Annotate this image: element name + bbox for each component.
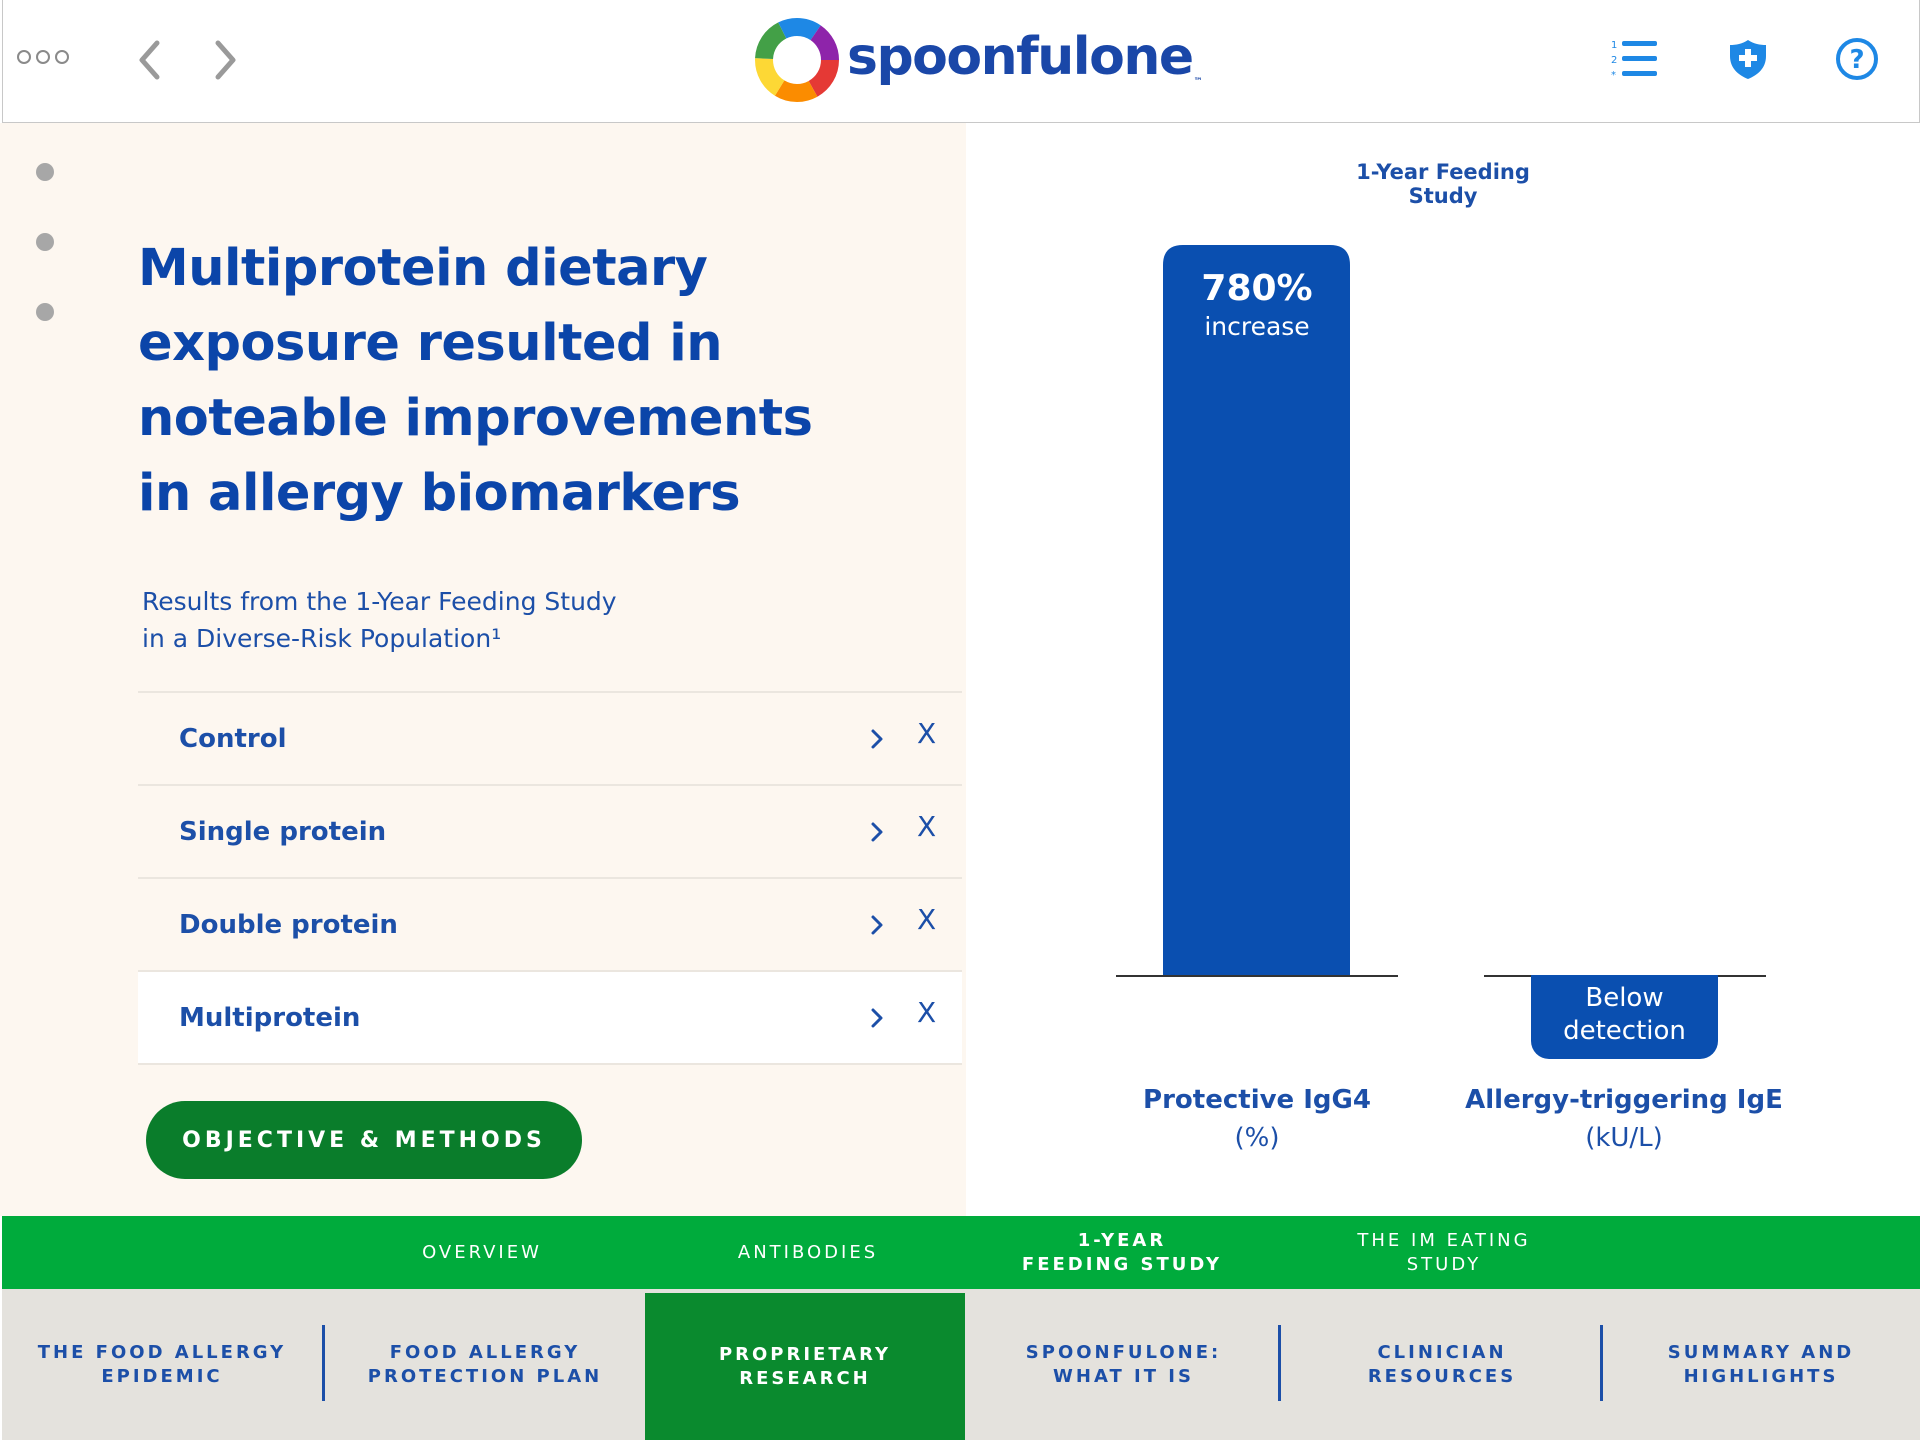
chevron-right-icon[interactable] xyxy=(866,907,888,943)
nav-divider xyxy=(1278,1325,1281,1401)
pager-dot[interactable] xyxy=(36,303,54,321)
subnav-antibodies[interactable]: ANTIBODIES xyxy=(688,1216,928,1289)
svg-text:?: ? xyxy=(1849,45,1864,75)
pager-dot[interactable] xyxy=(36,163,54,181)
group-row-control[interactable]: Control X xyxy=(138,693,962,786)
logo-wordmark: spoonfulone™ xyxy=(847,27,1203,87)
nav-summary-highlights[interactable]: SUMMARY AND HIGHLIGHTS xyxy=(1602,1289,1920,1440)
category-label-ige: Allergy-triggering IgE xyxy=(1465,1085,1783,1115)
group-row-double-protein[interactable]: Double protein X xyxy=(138,879,962,972)
chevron-right-icon[interactable] xyxy=(866,721,888,757)
nav-food-allergy-protection-plan[interactable]: FOOD ALLERGY PROTECTION PLAN xyxy=(325,1289,645,1440)
content-panel: Multiprotein dietary exposure resulted i… xyxy=(0,123,966,1216)
bar-value-label: 780% increase xyxy=(1201,268,1313,341)
nav-spoonfulone-what-it-is[interactable]: SPOONFULONE: WHAT IT IS xyxy=(965,1289,1282,1440)
main-nav: THE FOOD ALLERGY EPIDEMIC FOOD ALLERGY PRO… xyxy=(2,1289,1920,1440)
bar-chart xyxy=(1116,245,1766,977)
group-row-single-protein[interactable]: Single protein X xyxy=(138,786,962,879)
forward-arrow-icon[interactable] xyxy=(206,38,246,82)
svg-text:1: 1 xyxy=(1611,40,1617,51)
section-subnav: OVERVIEW ANTIBODIES 1-YEAR FEEDING STUDY … xyxy=(2,1216,1920,1289)
objective-methods-button[interactable]: OBJECTIVE & METHODS xyxy=(146,1101,582,1179)
study-group-list: Control X Single protein X Double protei… xyxy=(138,691,962,1065)
subnav-im-eating-study[interactable]: THE IM EATING STUDY xyxy=(1324,1216,1564,1289)
chevron-right-icon[interactable] xyxy=(866,814,888,850)
group-label: Control xyxy=(179,723,287,754)
subnav-1-year-feeding-study[interactable]: 1-YEAR FEEDING STUDY xyxy=(1002,1216,1242,1289)
chevron-right-icon[interactable] xyxy=(866,1000,888,1036)
group-label: Single protein xyxy=(179,816,387,847)
back-arrow-icon[interactable] xyxy=(129,38,169,82)
group-label: Double protein xyxy=(179,909,398,940)
group-label: Multiprotein xyxy=(179,1002,361,1033)
bar-protective-igg4 xyxy=(1163,245,1350,976)
group-row-multiprotein[interactable]: Multiprotein X xyxy=(138,972,962,1065)
nav-proprietary-research[interactable]: PROPRIETARY RESEARCH xyxy=(645,1293,965,1440)
nav-clinician-resources[interactable]: CLINICIAN RESOURCES xyxy=(1282,1289,1602,1440)
status-x-icon: X xyxy=(917,996,937,1029)
category-label-igg4: Protective IgG4 xyxy=(1143,1085,1371,1115)
nav-food-allergy-epidemic[interactable]: THE FOOD ALLERGY EPIDEMIC xyxy=(2,1289,322,1440)
page-subtitle: Results from the 1-Year Feeding Study in… xyxy=(142,587,617,653)
logo-ring-icon xyxy=(755,18,839,102)
status-x-icon: X xyxy=(917,903,937,936)
svg-text:2: 2 xyxy=(1611,55,1617,66)
unit-label-ige: (kU/L) xyxy=(1585,1123,1663,1153)
top-toolbar: spoonfulone™ 1 2 * ? xyxy=(2,0,1920,123)
status-x-icon: X xyxy=(917,810,937,843)
subnav-overview[interactable]: OVERVIEW xyxy=(362,1216,602,1289)
slide-pager[interactable] xyxy=(36,163,54,373)
svg-text:*: * xyxy=(1611,70,1616,81)
more-dots-icon[interactable] xyxy=(17,50,69,64)
shield-plus-icon[interactable] xyxy=(1723,34,1773,84)
status-x-icon: X xyxy=(917,717,937,750)
help-circle-icon[interactable]: ? xyxy=(1832,34,1882,84)
unit-label-igg4: (%) xyxy=(1234,1123,1280,1153)
pager-dot[interactable] xyxy=(36,233,54,251)
page-title: Multiprotein dietary exposure resulted i… xyxy=(138,239,813,523)
brand-logo[interactable]: spoonfulone™ xyxy=(755,18,1203,102)
below-detection-badge: Below detection xyxy=(1531,975,1718,1059)
numbered-list-icon[interactable]: 1 2 * xyxy=(1609,34,1659,84)
